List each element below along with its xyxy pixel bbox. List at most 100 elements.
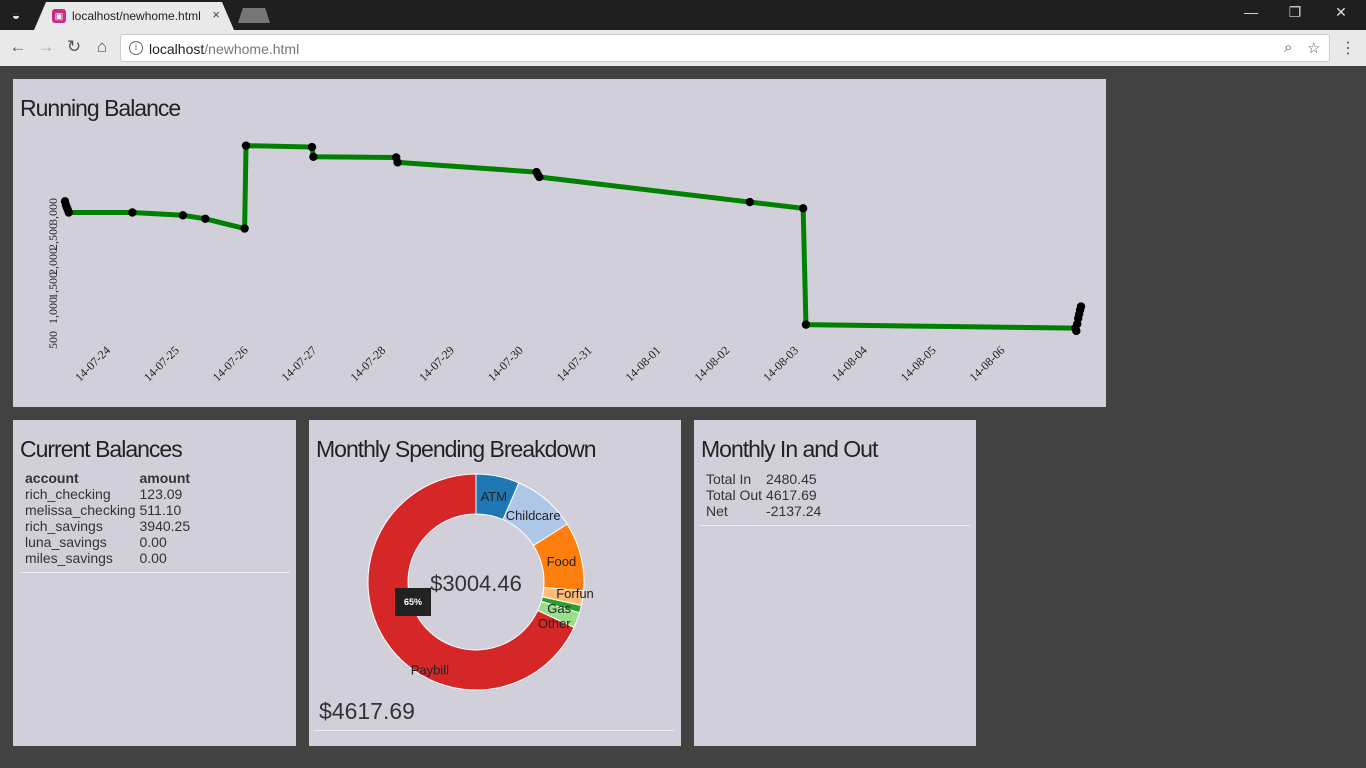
donut-label: Other <box>538 616 571 631</box>
balance-point[interactable] <box>201 214 210 223</box>
balance-point[interactable] <box>1076 302 1086 311</box>
in-out-value: 4617.69 <box>766 487 817 503</box>
in-out-label: Total Out <box>706 487 763 503</box>
account-cell: rich_savings <box>25 518 103 534</box>
balances-table: account amount rich_checking 123.09 melis… <box>23 470 192 566</box>
balance-point[interactable] <box>128 208 137 217</box>
divider <box>20 572 290 573</box>
account-cell: melissa_checking <box>25 502 136 518</box>
table-row: Total Out 4617.69 <box>704 487 823 503</box>
balance-point[interactable] <box>745 197 755 207</box>
info-icon[interactable]: i <box>129 41 143 55</box>
in-out-value: -2137.24 <box>766 503 822 519</box>
x-tick-label: 14-07-28 <box>347 343 388 384</box>
donut-center-label: $3004.46 <box>430 571 522 596</box>
new-tab-button[interactable] <box>238 8 270 23</box>
spending-total: $4617.69 <box>319 698 415 724</box>
balance-point[interactable] <box>393 158 402 167</box>
spending-donut-chart: $3004.46 ATM Childcare Food ForfunGasOther P… <box>367 473 594 691</box>
browser-tab[interactable]: ▣ localhost/newhome.html × <box>34 2 234 30</box>
x-tick-label: 14-08-01 <box>623 343 664 384</box>
account-cell: luna_savings <box>25 534 107 550</box>
y-tick-label: 2,000 <box>46 248 60 275</box>
current-balances-title: Current Balances <box>20 436 183 462</box>
y-tick-label: 1,000 <box>46 297 60 324</box>
divider <box>700 525 970 526</box>
bookmark-star-icon[interactable]: ☆ <box>1307 39 1320 57</box>
in-out-label: Total In <box>706 471 752 487</box>
table-row: melissa_checking 511.10 <box>23 502 192 518</box>
balance-point[interactable] <box>535 172 544 182</box>
browser-menu-icon[interactable]: ⋮ <box>1340 38 1356 58</box>
amount-cell: 123.09 <box>139 486 183 502</box>
y-tick-label: 500 <box>46 331 60 349</box>
table-row: miles_savings 0.00 <box>23 550 192 566</box>
amount-cell: 3940.25 <box>139 518 191 534</box>
browser-toolbar: ← → ↻ ⌂ i localhost/newhome.html ⌕ ☆ ⋮ <box>0 30 1366 66</box>
x-tick-label: 14-08-03 <box>760 343 801 384</box>
balance-point[interactable] <box>801 320 811 329</box>
table-row: rich_checking 123.09 <box>23 486 192 502</box>
in-out-label: Net <box>706 503 728 519</box>
slice-tooltip: 65% <box>395 588 431 616</box>
table-row: luna_savings 0.00 <box>23 534 192 550</box>
forward-icon[interactable]: → <box>34 37 58 57</box>
donut-label: Paybill <box>411 662 449 677</box>
browser-tab-strip: ◒ ▣ localhost/newhome.html × — ❐ ✕ <box>0 0 1366 30</box>
close-window-button[interactable]: ✕ <box>1318 4 1364 21</box>
balance-line <box>62 143 1084 332</box>
column-header-amount: amount <box>139 470 191 486</box>
minimize-button[interactable]: — <box>1228 4 1274 20</box>
amount-cell: 511.10 <box>139 502 182 518</box>
amount-cell: 0.00 <box>139 534 167 550</box>
x-tick-label: 14-08-06 <box>967 343 1008 384</box>
balance-point[interactable] <box>309 152 318 161</box>
x-tick-label: 14-08-05 <box>898 343 939 384</box>
x-tick-label: 14-08-04 <box>829 343 870 384</box>
balance-point[interactable] <box>64 208 73 217</box>
running-balance-panel: Running Balance 500 1,000 1,500 2,000 2,500 3… <box>13 79 1106 407</box>
x-tick-label: 14-07-24 <box>72 343 113 384</box>
donut-label: Food <box>547 554 577 569</box>
balance-point[interactable] <box>241 141 251 150</box>
incognito-icon: ◒ <box>11 7 21 23</box>
table-row: rich_savings 3940.25 <box>23 518 192 534</box>
monthly-in-out-title: Monthly In and Out <box>701 436 878 462</box>
favicon-icon: ▣ <box>52 9 66 23</box>
maximize-button[interactable]: ❐ <box>1272 4 1318 21</box>
y-tick-label: 1,500 <box>46 272 60 299</box>
account-cell: miles_savings <box>25 550 113 566</box>
account-cell: rich_checking <box>25 486 111 502</box>
donut-label: Gas <box>547 601 571 616</box>
table-row: Net -2137.24 <box>704 503 823 519</box>
table-header-row: account amount <box>23 470 192 486</box>
address-bar[interactable]: i localhost/newhome.html ⌕ ☆ <box>120 34 1330 62</box>
donut-label: ATM <box>481 489 507 504</box>
back-icon[interactable]: ← <box>6 37 30 57</box>
current-balances-panel: Current Balances account amount rich_che… <box>13 420 296 746</box>
x-tick-label: 14-07-31 <box>554 343 595 384</box>
x-tick-label: 14-07-30 <box>485 343 526 384</box>
monthly-spending-panel: Monthly Spending Breakdown $3004.46 ATM C… <box>309 420 681 746</box>
x-tick-label: 14-07-29 <box>416 343 457 384</box>
y-tick-label: 3,000 <box>46 198 60 225</box>
balance-point[interactable] <box>307 142 317 152</box>
balance-point[interactable] <box>240 224 249 233</box>
home-icon[interactable]: ⌂ <box>90 37 114 57</box>
close-tab-icon[interactable]: × <box>212 7 220 22</box>
donut-label: Childcare <box>506 508 561 523</box>
y-tick-label: 2,500 <box>46 223 60 250</box>
x-tick-label: 14-07-25 <box>141 343 182 384</box>
reload-icon[interactable]: ↻ <box>62 37 86 57</box>
donut-label: Forfun <box>556 586 594 601</box>
divider <box>314 730 674 731</box>
tab-title: localhost/newhome.html <box>72 9 201 23</box>
balance-point[interactable] <box>178 211 188 220</box>
running-balance-chart: 500 1,0001,5002,0002,5003,000 14-07-24 14-0… <box>46 141 1086 384</box>
x-tick-label: 14-07-26 <box>210 343 251 384</box>
balance-point[interactable] <box>798 204 808 213</box>
zoom-icon[interactable]: ⌕ <box>1284 39 1292 56</box>
x-tick-label: 14-07-27 <box>279 343 320 384</box>
x-tick-label: 14-08-02 <box>691 343 732 384</box>
table-row: Total In 2480.45 <box>704 471 823 487</box>
